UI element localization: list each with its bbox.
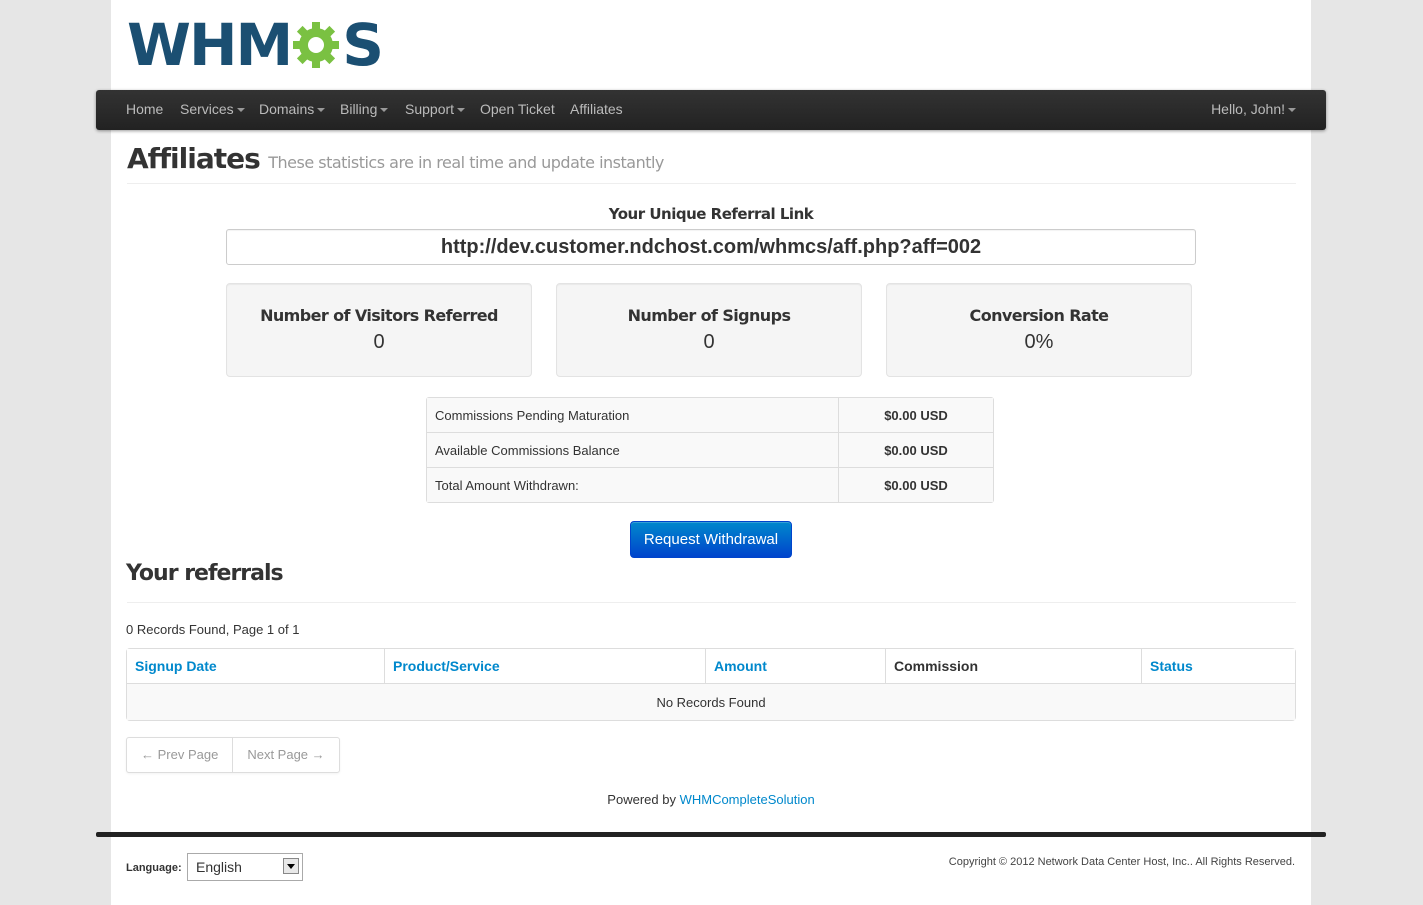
commission-label: Commissions Pending Maturation	[427, 398, 838, 432]
nav-domains-dropdown[interactable]: Domains	[259, 90, 326, 130]
stat-value: 0%	[1024, 331, 1054, 353]
nav-billing-label: Billing	[340, 101, 378, 117]
column-status[interactable]: Status	[1141, 649, 1295, 683]
prev-page-button[interactable]: ← Prev Page	[127, 738, 232, 772]
column-product-service[interactable]: Product/Service	[384, 649, 705, 683]
commission-value: $0.00 USD	[838, 467, 993, 502]
language-label: Language:	[126, 862, 182, 874]
stat-label: Number of Visitors Referred	[260, 306, 498, 325]
records-info: 0 Records Found, Page 1 of 1	[126, 622, 300, 637]
table-row: Available Commissions Balance $0.00 USD	[427, 432, 993, 467]
logo-text-right: S	[342, 11, 384, 79]
language-value: English	[196, 859, 242, 875]
header-divider	[127, 183, 1296, 184]
nav-services-dropdown[interactable]: Services	[180, 90, 245, 130]
stat-value: 0	[703, 331, 715, 353]
copyright-text: Copyright © 2012 Network Data Center Hos…	[948, 856, 1295, 868]
commission-value: $0.00 USD	[838, 398, 993, 432]
dropdown-arrow-icon	[283, 858, 299, 874]
nav-home-label: Home	[126, 101, 164, 117]
commission-value: $0.00 USD	[838, 432, 993, 467]
pagination: ← Prev Page Next Page →	[126, 737, 340, 773]
request-withdrawal-button[interactable]: Request Withdrawal	[630, 521, 792, 558]
main-navbar: Home Services Domains Billing Support Op…	[96, 90, 1326, 130]
referral-link-field[interactable]: http://dev.customer.ndchost.com/whmcs/af…	[226, 229, 1196, 265]
referral-link-label: Your Unique Referral Link	[608, 205, 814, 223]
referrals-title: Your referrals	[126, 561, 284, 586]
referrals-divider	[127, 602, 1296, 603]
user-menu-label: Hello, John!	[1211, 101, 1285, 117]
table-row: Total Amount Withdrawn: $0.00 USD	[427, 467, 993, 502]
next-page-button[interactable]: Next Page →	[232, 738, 338, 772]
page-title: Affiliates	[127, 142, 261, 175]
referrals-table: Signup Date Product/Service Amount Commi…	[126, 648, 1296, 721]
table-row: No Records Found	[127, 683, 1295, 720]
footer-divider	[96, 832, 1326, 837]
commission-label: Available Commissions Balance	[427, 432, 838, 467]
table-header-row: Signup Date Product/Service Amount Commi…	[127, 649, 1295, 683]
visitors-referred-stat: Number of Visitors Referred 0	[226, 283, 532, 377]
commission-label: Total Amount Withdrawn:	[427, 467, 838, 502]
caret-down-icon	[457, 108, 466, 113]
page-header: Affiliates These statistics are in real …	[127, 142, 664, 175]
nav-support-dropdown[interactable]: Support	[405, 90, 466, 130]
stat-label: Conversion Rate	[969, 306, 1109, 325]
nav-open-ticket-label: Open Ticket	[480, 101, 555, 117]
conversion-rate-stat: Conversion Rate 0%	[886, 283, 1192, 377]
caret-down-icon	[317, 108, 326, 113]
caret-down-icon	[236, 108, 245, 113]
nav-affiliates[interactable]: Affiliates	[570, 90, 623, 130]
powered-by: Powered by WHMCompleteSolution	[126, 792, 1296, 807]
logo-text-left: WHM	[127, 11, 293, 79]
nav-open-ticket[interactable]: Open Ticket	[480, 90, 555, 130]
column-amount[interactable]: Amount	[705, 649, 885, 683]
commissions-table: Commissions Pending Maturation $0.00 USD…	[426, 397, 994, 503]
stat-label: Number of Signups	[627, 306, 791, 325]
column-commission: Commission	[885, 649, 1141, 683]
caret-down-icon	[1288, 108, 1296, 113]
column-signup-date[interactable]: Signup Date	[127, 649, 384, 683]
table-row: Commissions Pending Maturation $0.00 USD	[427, 398, 993, 432]
empty-message: No Records Found	[127, 683, 1295, 720]
user-menu-dropdown[interactable]: Hello, John!	[1211, 90, 1296, 130]
page-subtitle: These statistics are in real time and up…	[268, 153, 664, 172]
gear-icon	[293, 22, 340, 68]
nav-domains-label: Domains	[259, 101, 315, 117]
nav-support-label: Support	[405, 101, 455, 117]
powered-by-text: Powered by	[607, 792, 676, 807]
whmcs-logo[interactable]: WHM S	[127, 11, 384, 79]
nav-billing-dropdown[interactable]: Billing	[340, 90, 389, 130]
signups-stat: Number of Signups 0	[556, 283, 862, 377]
nav-home[interactable]: Home	[126, 90, 163, 130]
caret-down-icon	[380, 108, 389, 113]
language-select[interactable]: English	[187, 853, 303, 881]
nav-services-label: Services	[180, 101, 234, 117]
powered-by-link[interactable]: WHMCompleteSolution	[680, 792, 815, 807]
nav-affiliates-label: Affiliates	[570, 101, 623, 117]
stat-value: 0	[373, 331, 385, 353]
